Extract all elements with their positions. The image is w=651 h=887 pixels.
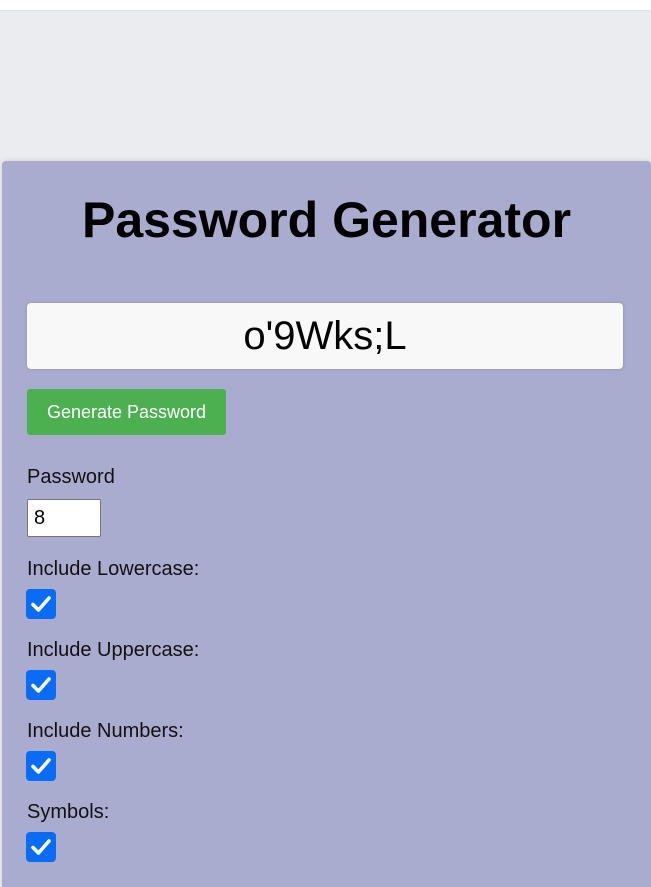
generator-card: Password Generator o'9Wks;L Generate Pas… (2, 161, 651, 887)
password-output[interactable]: o'9Wks;L (27, 303, 623, 369)
include-uppercase-checkbox[interactable] (26, 670, 56, 700)
checkmark-icon (31, 758, 51, 774)
page-title: Password Generator (81, 192, 572, 248)
generate-password-button[interactable]: Generate Password (27, 389, 226, 435)
include-lowercase-label: Include Lowercase: (27, 558, 200, 580)
browser-top-bar (0, 0, 651, 11)
include-numbers-label: Include Numbers: (27, 720, 184, 742)
include-numbers-checkbox[interactable] (26, 751, 56, 781)
include-symbols-label: Symbols: (27, 801, 110, 823)
password-length-label: Password (27, 466, 115, 488)
password-length-input[interactable] (27, 499, 101, 537)
include-lowercase-checkbox[interactable] (26, 589, 56, 619)
include-symbols-checkbox[interactable] (26, 832, 56, 862)
checkmark-icon (31, 839, 51, 855)
checkmark-icon (31, 596, 51, 612)
include-uppercase-label: Include Uppercase: (27, 639, 200, 661)
checkmark-icon (31, 677, 51, 693)
